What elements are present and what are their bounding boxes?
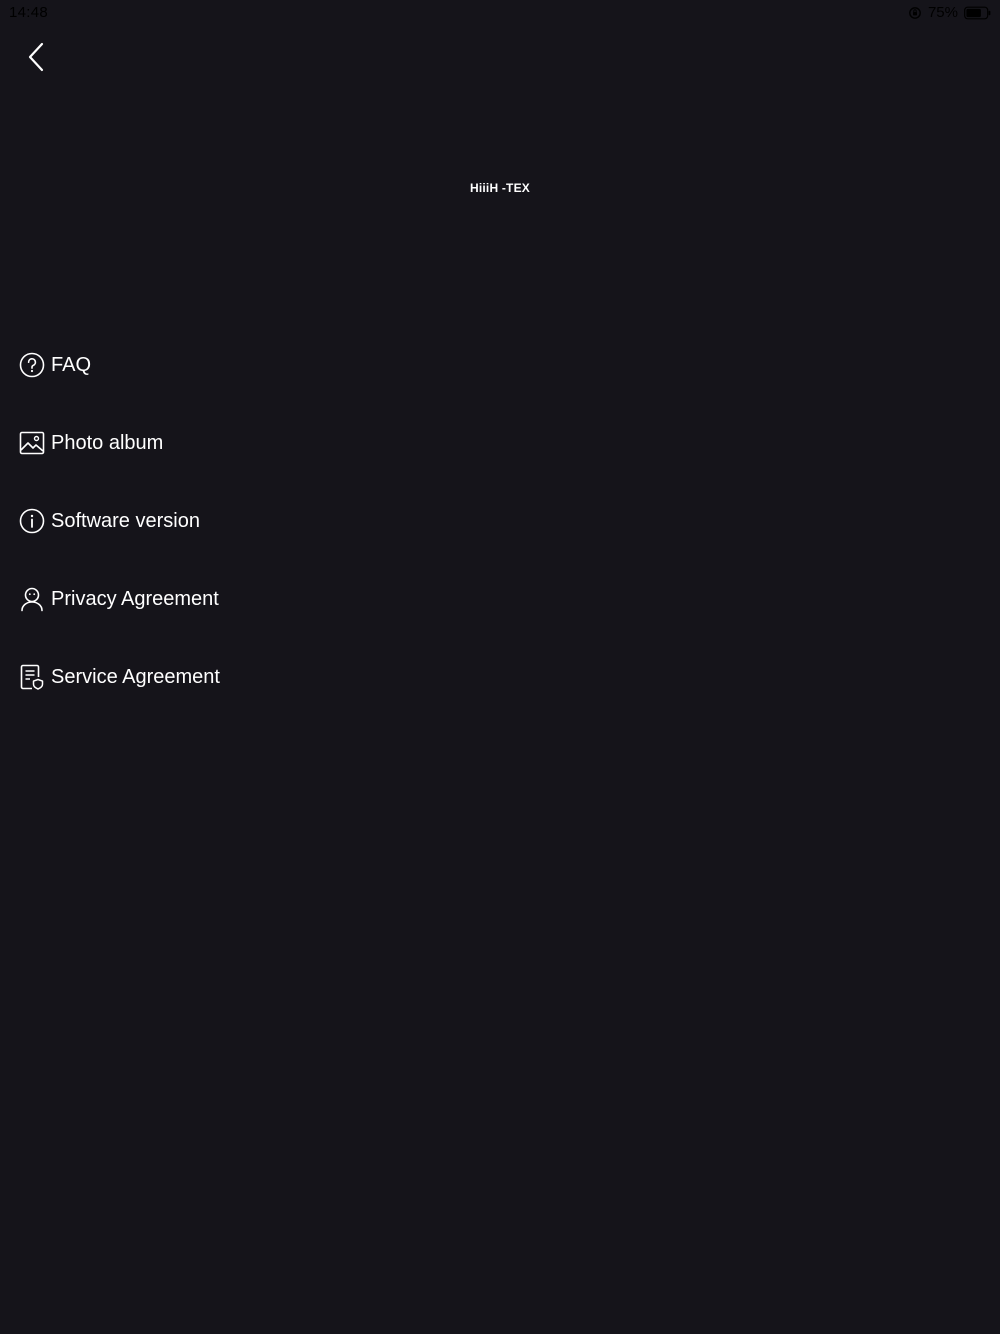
menu-item-label: Service Agreement	[51, 666, 220, 688]
chevron-left-icon	[26, 42, 46, 77]
info-circle-icon	[18, 507, 46, 535]
menu-item-service-agreement[interactable]: Service Agreement	[0, 638, 1000, 716]
person-icon	[18, 585, 46, 613]
battery-icon	[964, 6, 992, 20]
menu-item-label: Software version	[51, 510, 200, 532]
battery-percent: 75%	[927, 4, 958, 21]
menu-item-software-version[interactable]: Software version	[0, 482, 1000, 560]
menu-item-label: FAQ	[51, 354, 92, 376]
question-circle-icon	[18, 351, 46, 379]
status-bar: 14:48 75%	[0, 0, 1000, 26]
menu-item-privacy-agreement[interactable]: Privacy Agreement	[0, 560, 1000, 638]
image-icon	[18, 429, 46, 457]
menu-item-label: Privacy Agreement	[51, 588, 219, 610]
menu-item-photo-album[interactable]: Photo album	[0, 404, 1000, 482]
status-right: 75%	[908, 4, 992, 21]
document-shield-icon	[18, 663, 46, 691]
menu-item-label: Photo album	[51, 432, 164, 454]
app-logo: HiiiH -TEX	[469, 181, 530, 195]
status-time: 14:48	[9, 4, 49, 21]
back-button[interactable]	[18, 40, 54, 78]
orientation-lock-icon	[908, 6, 922, 20]
settings-menu: FAQ Photo album Software version Privacy…	[0, 326, 1000, 716]
menu-item-faq[interactable]: FAQ	[0, 326, 1000, 404]
